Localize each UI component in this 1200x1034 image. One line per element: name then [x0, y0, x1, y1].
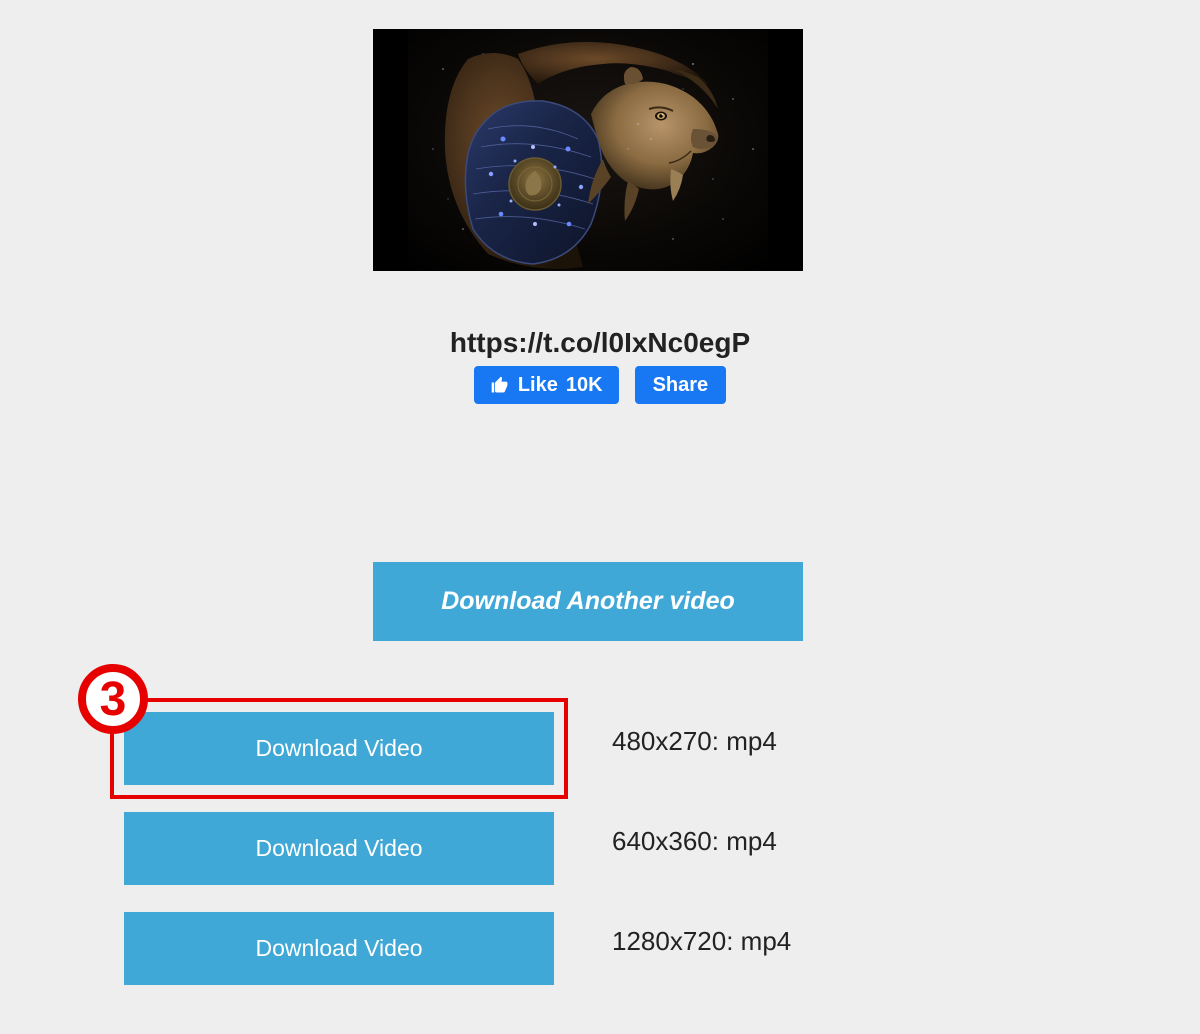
video-url: https://t.co/l0IxNc0egP	[0, 327, 1200, 359]
thumbs-up-icon	[490, 375, 510, 395]
format-label-1280x720: 1280x720: mp4	[612, 926, 791, 957]
download-video-button-640x360[interactable]: Download Video	[124, 812, 554, 885]
facebook-like-button[interactable]: Like 10K	[474, 366, 619, 404]
video-thumbnail	[373, 29, 803, 271]
step-badge: 3	[78, 664, 148, 734]
format-label-480x270: 480x270: mp4	[612, 726, 777, 757]
download-another-button[interactable]: Download Another video	[373, 562, 803, 641]
facebook-share-button[interactable]: Share	[635, 366, 727, 404]
like-label: Like	[518, 374, 558, 397]
like-count: 10K	[566, 374, 603, 397]
download-video-button-1280x720[interactable]: Download Video	[124, 912, 554, 985]
format-label-640x360: 640x360: mp4	[612, 826, 777, 857]
social-buttons-row: Like 10K Share	[0, 366, 1200, 404]
share-label: Share	[653, 374, 709, 397]
download-video-button-480x270[interactable]: Download Video	[124, 712, 554, 785]
